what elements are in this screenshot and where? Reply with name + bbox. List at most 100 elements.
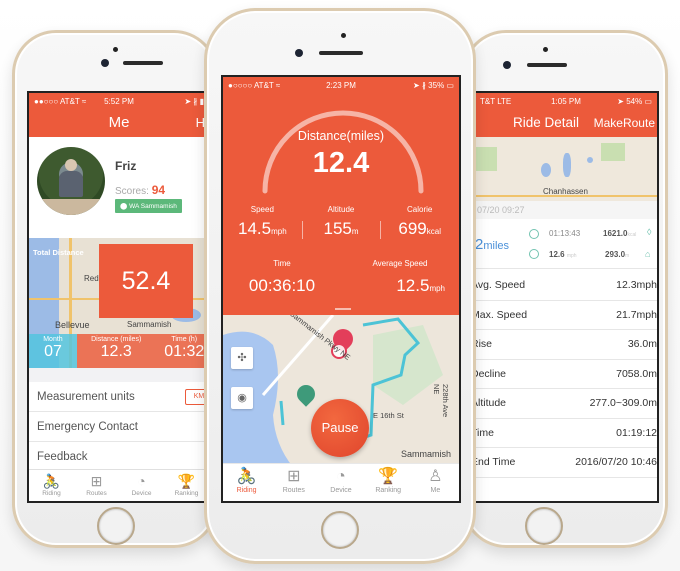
detail-row: Decline 7058.0m <box>475 360 657 389</box>
detail-value: 12.3mph <box>616 279 657 292</box>
ride-map[interactable]: Chanhassen <box>475 137 657 201</box>
map-lake <box>541 163 551 177</box>
tab-label: Ranking <box>174 490 199 497</box>
detail-row: End Time 2016/07/20 10:46 <box>473 448 657 478</box>
avg-speed-unit: mph <box>429 284 445 293</box>
center-phone: ●○○○○ AT&T ≈ 2:23 PM ➤ ∦ 35% ▭ Distance(… <box>204 8 476 564</box>
tab-device[interactable]: ◔ Device <box>317 464 364 501</box>
speedometer-icon <box>529 249 539 259</box>
proximity-sensor <box>113 47 118 52</box>
metric-speed: Speed 14.5mph <box>223 205 302 239</box>
carrier-signal: T&T LTE <box>480 96 512 106</box>
detail-key: Time <box>473 426 494 439</box>
altitude-unit: m <box>351 227 359 236</box>
home-button[interactable] <box>525 507 563 545</box>
earpiece-speaker <box>527 63 567 67</box>
carrier-signal: ●●○○○ AT&T ≈ <box>34 96 87 106</box>
total-distance-value: 52.4 <box>99 244 193 318</box>
map-label-city: Sammamish <box>401 449 452 459</box>
status-bar: T&T LTE 1:05 PM ➤ 54% ▭ <box>475 93 657 109</box>
tab-ranking[interactable]: 🏆 Ranking <box>164 470 209 501</box>
detail-key: Altitude <box>473 397 507 410</box>
tab-routes[interactable]: ⊞ Routes <box>270 464 317 501</box>
avg-speed-value: 12.5 <box>396 276 430 295</box>
metric-key: Speed <box>250 205 274 214</box>
tab-routes[interactable]: ⊞ Routes <box>74 470 119 501</box>
detail-row: Avg. Speed 12.3mph <box>473 271 657 301</box>
bike-icon: 🚴 <box>236 468 257 485</box>
total-distance-map: Bellevue Sammamish Red Total Distance 52… <box>29 238 209 368</box>
drag-handle[interactable] <box>335 308 351 310</box>
calories-value: 1621.0 <box>603 229 628 238</box>
map-icon: ⊞ <box>90 473 103 489</box>
ride-detail-list: Avg. Speed 12.3mph Max. Speed 21.7mph Rise… <box>473 271 657 478</box>
setting-label: Measurement units <box>37 391 135 403</box>
detail-key: End Time <box>473 456 516 469</box>
tab-riding[interactable]: 🚴 Riding <box>29 470 74 501</box>
home-button[interactable] <box>97 507 135 545</box>
make-route-button[interactable]: MakeRoute <box>594 109 655 137</box>
pause-button[interactable]: Pause <box>311 399 369 457</box>
clock-icon <box>529 229 539 239</box>
metrics-row: Speed 14.5mph Altitude 155m Calorie 699k… <box>223 205 459 239</box>
flame-icon: ◊ <box>647 227 652 237</box>
setting-label: Emergency Contact <box>37 421 138 433</box>
satellite-toggle-button[interactable]: ✣ <box>231 347 253 369</box>
tab-device[interactable]: ◔ Device <box>119 470 164 501</box>
tab-label: Me <box>430 487 441 494</box>
ride-date: 07/20 09:27 <box>475 201 657 219</box>
helmet-icon: ◔ <box>137 473 146 489</box>
section-divider <box>29 368 209 382</box>
speed-unit: mph <box>271 227 287 236</box>
map-label-chanhassen: Chanhassen <box>543 187 588 196</box>
tab-label: Device <box>131 490 152 497</box>
metric-calorie: Calorie 699kcal <box>380 205 459 239</box>
map-lake <box>563 153 571 177</box>
status-time: 2:23 PM <box>326 80 356 90</box>
distance-value: 12.4 <box>312 147 370 179</box>
metric-value: 00:36:10 <box>248 276 316 295</box>
distance-gauge <box>262 110 424 194</box>
tab-ranking[interactable]: 🏆 Ranking <box>365 464 412 501</box>
tab-riding[interactable]: 🚴 Riding <box>223 464 270 501</box>
calories-unit: kcal <box>627 232 637 238</box>
detail-value: 36.0m <box>627 338 657 351</box>
detail-key: Max. Speed <box>473 308 528 321</box>
altitude-value: 155 <box>323 219 352 238</box>
setting-label: Feedback <box>37 451 88 463</box>
avatar[interactable] <box>37 147 105 215</box>
tab-label: Routes <box>86 490 107 497</box>
map-icon: ⊞ <box>287 468 301 485</box>
ride-speed: 12.6 mph <box>549 250 577 259</box>
home-button[interactable] <box>321 511 359 549</box>
speed-value: 12.6 <box>549 250 565 259</box>
stat-value: 12.3 <box>100 343 132 360</box>
tab-me[interactable]: ♙ Me <box>412 464 459 501</box>
page-title: Me <box>108 114 130 131</box>
detail-value: 277.0~309.0m <box>589 397 657 410</box>
locate-me-button[interactable]: ◉ <box>231 387 253 409</box>
detail-value: 2016/07/20 10:46 <box>575 456 657 469</box>
earpiece-speaker <box>319 51 363 55</box>
setting-feedback[interactable]: Feedback <box>29 442 209 472</box>
metric-time: Time 00:36:10 <box>223 259 341 296</box>
status-icons: ➤ ∦ 35% ▭ <box>413 80 454 90</box>
detail-value: 21.7mph <box>616 308 657 321</box>
miles-unit: miles <box>483 240 510 252</box>
route-line <box>279 400 285 426</box>
tab-label: Device <box>330 487 352 494</box>
ride-duration: 01:13:43 <box>549 229 581 238</box>
profile-name: Friz <box>115 159 137 173</box>
tab-bar: 🚴 Riding ⊞ Routes ◔ Device 🏆 Ranking <box>29 469 209 501</box>
right-screen: T&T LTE 1:05 PM ➤ 54% ▭ Ride Detail Make… <box>473 91 659 503</box>
setting-emergency-contact[interactable]: Emergency Contact <box>29 412 209 442</box>
detail-key: Avg. Speed <box>473 279 526 292</box>
detail-value: 7058.0m <box>616 367 657 380</box>
carrier-signal: ●○○○○ AT&T ≈ <box>228 80 281 90</box>
mountain-icon: ⌂ <box>645 249 651 259</box>
stats-row: Month 07 Distance (miles) 12.3 Time (h) … <box>29 334 209 368</box>
tab-label: Ranking <box>375 487 402 494</box>
proximity-sensor <box>543 47 548 52</box>
setting-measurement-units[interactable]: Measurement units KM <box>29 382 209 412</box>
ride-map[interactable]: ✣ ◉ Sammamish Pkwy NE E 16th St 228th Av… <box>223 315 459 467</box>
